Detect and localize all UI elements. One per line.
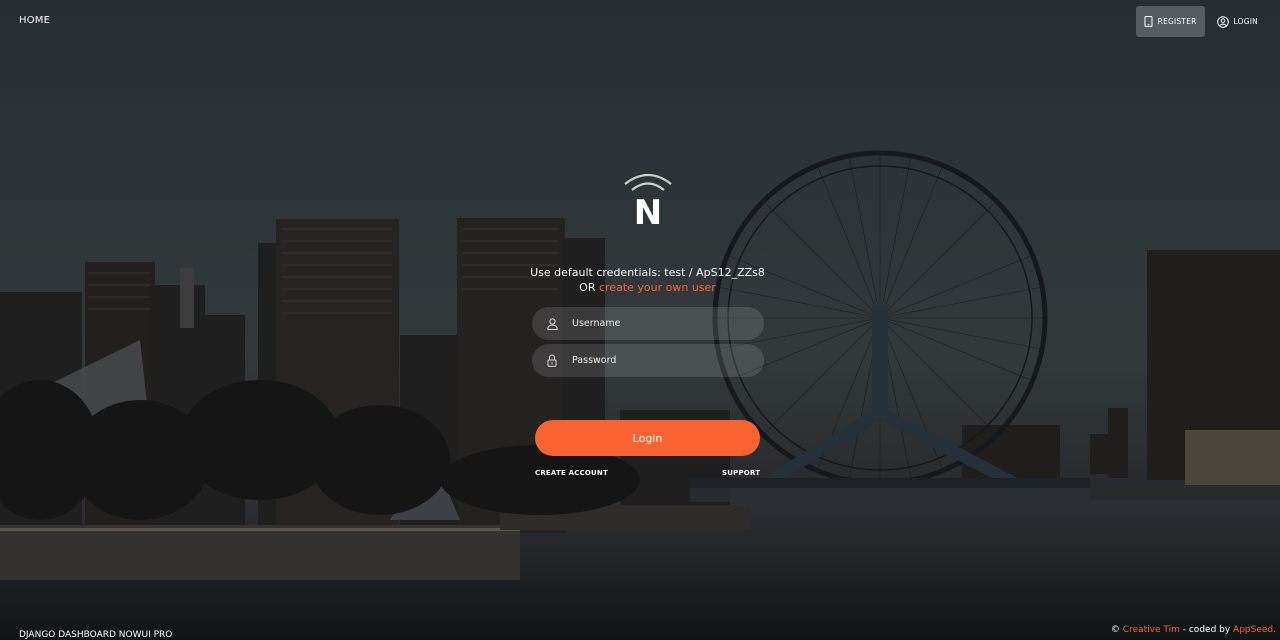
login-submit-button[interactable]: Login [535, 420, 760, 456]
create-user-hint: OR create your own user [440, 280, 855, 295]
creative-tim-link[interactable]: Creative Tim [1123, 625, 1180, 635]
user-circle-icon [1216, 15, 1229, 28]
nav-home-link[interactable]: HOME [19, 15, 50, 26]
user-icon [532, 317, 572, 330]
login-nav-button[interactable]: LOGIN [1209, 6, 1266, 37]
or-text: OR [579, 281, 599, 294]
appseed-link[interactable]: AppSeed. [1233, 625, 1276, 635]
phone-icon [1144, 16, 1153, 27]
footer-product-name: DJANGO DASHBOARD NOWUI PRO [19, 630, 173, 640]
username-input[interactable] [572, 307, 764, 340]
lock-icon [532, 354, 572, 367]
copyright-symbol: © [1110, 625, 1123, 635]
create-account-link[interactable]: CREATE ACCOUNT [535, 469, 608, 477]
coded-by-text: - coded by [1179, 625, 1234, 635]
login-label: LOGIN [1233, 17, 1258, 26]
support-link[interactable]: SUPPORT [722, 469, 760, 477]
footer-copyright: © Creative Tim - coded by AppSeed. [1111, 625, 1276, 635]
svg-text:N: N [634, 193, 662, 230]
password-input[interactable] [572, 344, 764, 377]
nowui-logo-icon: N [620, 170, 676, 233]
password-field[interactable] [532, 344, 764, 377]
nav-right: REGISTER LOGIN [1135, 6, 1266, 37]
username-field[interactable] [532, 307, 764, 340]
credentials-hint: Use default credentials: test / ApS12_ZZ… [530, 266, 765, 279]
register-nav-button[interactable]: REGISTER [1135, 6, 1205, 37]
register-label: REGISTER [1157, 17, 1197, 26]
create-user-link[interactable]: create your own user [599, 281, 716, 294]
